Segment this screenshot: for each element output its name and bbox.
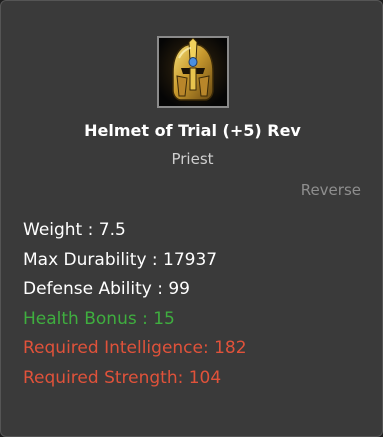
stat-list: Weight : 7.5 Max Durability : 17937 Defe…: [23, 216, 247, 393]
item-name: Helmet of Trial (+5) Rev: [84, 121, 301, 140]
stat-defense-ability: Defense Ability : 99: [23, 279, 190, 299]
stat-required-strength: Required Strength: 104: [23, 367, 222, 388]
reverse-tag: Reverse: [300, 181, 361, 199]
stat-weight: Weight : 7.5: [23, 220, 126, 240]
stat-required-intelligence: Required Intelligence: 182: [23, 338, 247, 358]
stat-max-durability: Max Durability : 17937: [23, 249, 218, 270]
helmet-icon: [157, 36, 229, 108]
item-tooltip: Helmet of Trial (+5) Rev Priest Reverse …: [0, 0, 383, 437]
stat-health-bonus: Health Bonus : 15: [23, 308, 175, 329]
item-class: Priest: [171, 150, 214, 168]
helmet-icon-graphic: [159, 38, 227, 106]
